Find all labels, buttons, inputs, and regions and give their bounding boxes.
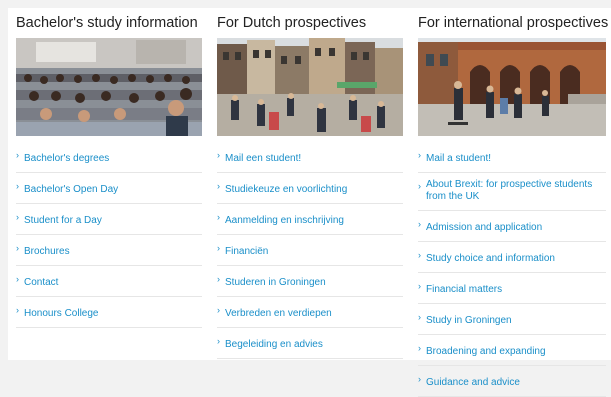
list-item: › Brochures xyxy=(16,235,202,266)
list-item: › Bachelor's degrees xyxy=(16,142,202,173)
chevron-right-icon: › xyxy=(16,181,19,191)
chevron-right-icon: › xyxy=(418,181,421,191)
city-square-photo[interactable] xyxy=(217,38,403,136)
link-broadening-expanding[interactable]: Broadening and expanding xyxy=(426,346,546,358)
chevron-right-icon: › xyxy=(217,150,220,160)
chevron-right-icon: › xyxy=(418,219,421,229)
international-prospectives-links: › Mail a student! › About Brexit: for pros… xyxy=(418,142,606,397)
list-item: › Mail een student! xyxy=(217,142,403,173)
dutch-prospectives-links: › Mail een student! › Studiekeuze en voorl… xyxy=(217,142,403,359)
link-studiekeuze[interactable]: Studiekeuze en voorlichting xyxy=(225,184,347,196)
chevron-right-icon: › xyxy=(217,305,220,315)
link-bachelors-degrees[interactable]: Bachelor's degrees xyxy=(24,153,109,165)
list-item: › Studeren in Groningen xyxy=(217,266,403,297)
list-item: › Financial matters xyxy=(418,273,606,304)
link-brochures[interactable]: Brochures xyxy=(24,246,70,258)
link-studeren-in-groningen[interactable]: Studeren in Groningen xyxy=(225,277,326,289)
dutch-prospectives-title: For Dutch prospectives xyxy=(217,15,367,31)
chevron-right-icon: › xyxy=(16,305,19,315)
list-item: › Mail a student! xyxy=(418,142,606,173)
link-bachelors-open-day[interactable]: Bachelor's Open Day xyxy=(24,184,118,196)
bachelors-column: Bachelor's study information › Bachelor'… xyxy=(16,8,202,328)
bachelors-links: › Bachelor's degrees › Bachelor's Open Day… xyxy=(16,142,202,328)
list-item: › Student for a Day xyxy=(16,204,202,235)
chevron-right-icon: › xyxy=(16,150,19,160)
chevron-right-icon: › xyxy=(16,274,19,284)
list-item: › Honours College xyxy=(16,297,202,328)
chevron-right-icon: › xyxy=(217,336,220,346)
list-item: › Aanmelding en inschrijving xyxy=(217,204,403,235)
link-honours-college[interactable]: Honours College xyxy=(24,308,99,320)
link-study-choice[interactable]: Study choice and information xyxy=(426,253,555,265)
link-study-in-groningen[interactable]: Study in Groningen xyxy=(426,315,512,327)
chevron-right-icon: › xyxy=(418,250,421,260)
academy-building-photo[interactable] xyxy=(418,38,606,136)
link-financien[interactable]: Financiën xyxy=(225,246,268,258)
chevron-right-icon: › xyxy=(418,312,421,322)
bachelors-title: Bachelor's study information xyxy=(16,15,198,31)
link-guidance-advice[interactable]: Guidance and advice xyxy=(426,377,520,389)
list-item: › Contact xyxy=(16,266,202,297)
dutch-prospectives-column: For Dutch prospectives › Mail een studen… xyxy=(217,8,403,359)
list-item: › Studiekeuze en voorlichting xyxy=(217,173,403,204)
link-about-brexit[interactable]: About Brexit: for prospective students f… xyxy=(426,179,606,203)
chevron-right-icon: › xyxy=(16,212,19,222)
international-prospectives-title: For international prospectives xyxy=(418,15,609,31)
chevron-right-icon: › xyxy=(418,281,421,291)
chevron-right-icon: › xyxy=(418,150,421,160)
lecture-hall-photo[interactable] xyxy=(16,38,202,136)
list-item: › Verbreden en verdiepen xyxy=(217,297,403,328)
link-admission-application[interactable]: Admission and application xyxy=(426,222,542,234)
list-item: › Study choice and information xyxy=(418,242,606,273)
list-item: › Begeleiding en advies xyxy=(217,328,403,359)
international-prospectives-column: For international prospectives › Mail a … xyxy=(418,8,609,397)
chevron-right-icon: › xyxy=(217,274,220,284)
chevron-right-icon: › xyxy=(217,181,220,191)
chevron-right-icon: › xyxy=(217,243,220,253)
list-item: › Broadening and expanding xyxy=(418,335,606,366)
link-contact[interactable]: Contact xyxy=(24,277,58,289)
study-info-panel: Bachelor's study information › Bachelor'… xyxy=(8,8,611,397)
list-item: › Bachelor's Open Day xyxy=(16,173,202,204)
list-item: › Admission and application xyxy=(418,211,606,242)
chevron-right-icon: › xyxy=(418,343,421,353)
chevron-right-icon: › xyxy=(217,212,220,222)
link-student-for-a-day[interactable]: Student for a Day xyxy=(24,215,102,227)
link-begeleiding[interactable]: Begeleiding en advies xyxy=(225,339,323,351)
link-financial-matters[interactable]: Financial matters xyxy=(426,284,502,296)
list-item: › Study in Groningen xyxy=(418,304,606,335)
link-mail-een-student[interactable]: Mail een student! xyxy=(225,153,301,165)
chevron-right-icon: › xyxy=(16,243,19,253)
list-item: › About Brexit: for prospective students … xyxy=(418,173,606,211)
link-mail-a-student[interactable]: Mail a student! xyxy=(426,153,491,165)
link-verbreden[interactable]: Verbreden en verdiepen xyxy=(225,308,332,320)
list-item: › Guidance and advice xyxy=(418,366,606,397)
link-aanmelding[interactable]: Aanmelding en inschrijving xyxy=(225,215,344,227)
chevron-right-icon: › xyxy=(418,374,421,384)
list-item: › Financiën xyxy=(217,235,403,266)
